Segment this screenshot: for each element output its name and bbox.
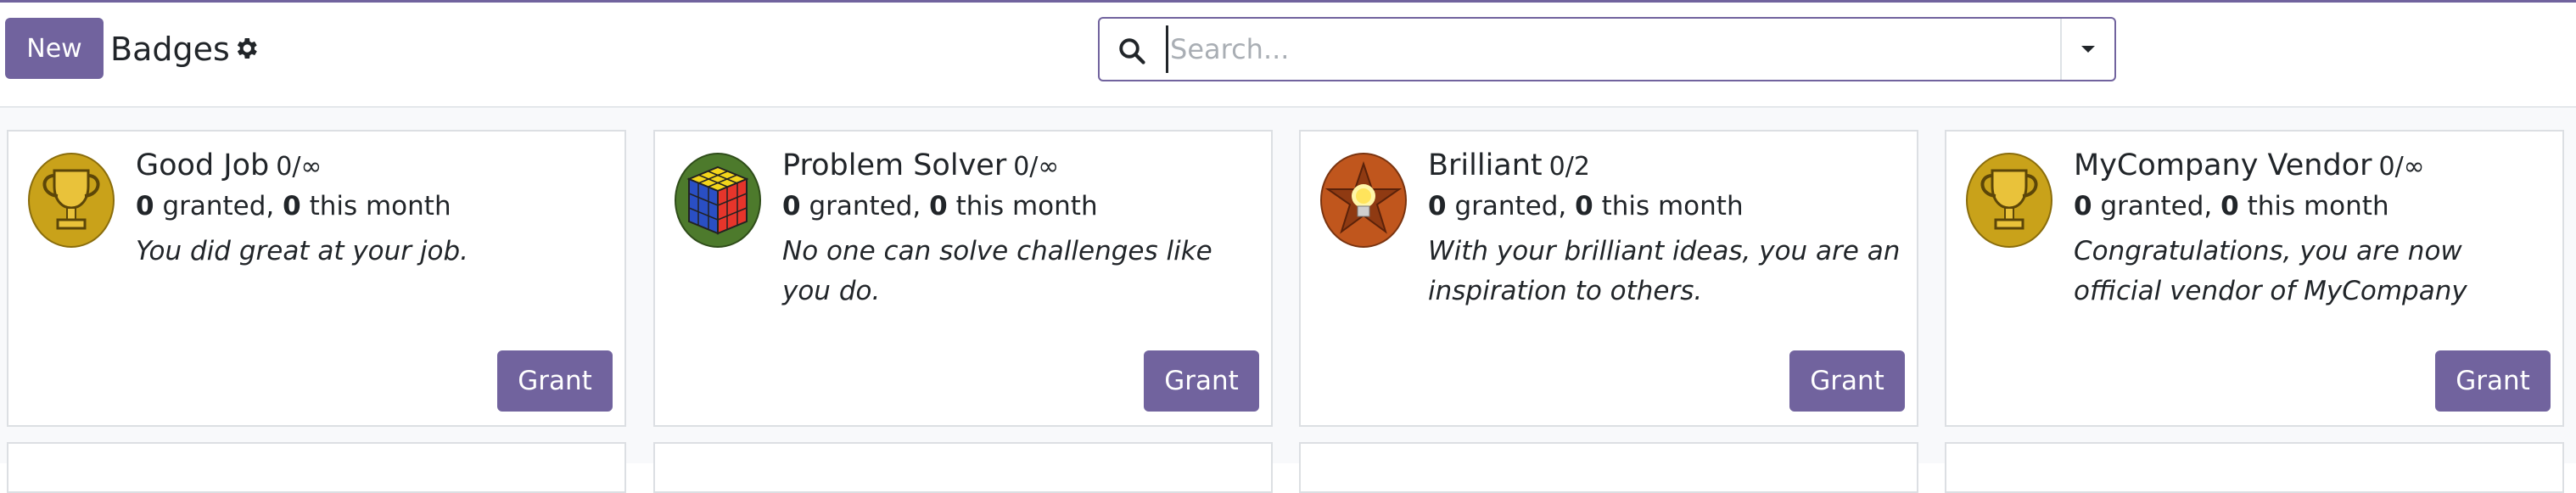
- badge-title: Good Job 0/∞: [136, 148, 322, 182]
- badge-limit: 0/2: [1548, 152, 1590, 182]
- rubiks-cube-icon: [675, 153, 761, 248]
- badge-stats: 0 granted, 0 this month: [136, 191, 451, 221]
- month-label: this month: [1601, 191, 1744, 221]
- search-input[interactable]: [1166, 25, 2048, 73]
- month-label: this month: [2247, 191, 2389, 221]
- badge-card[interactable]: [653, 442, 1273, 493]
- grant-button[interactable]: Grant: [2435, 350, 2551, 412]
- month-count: 0: [1575, 191, 1593, 221]
- gear-icon[interactable]: [232, 35, 260, 62]
- granted-count: 0: [1428, 191, 1447, 221]
- kanban-view: Good Job 0/∞ 0 granted, 0 this month You …: [0, 108, 2576, 493]
- badge-title: Brilliant 0/2: [1428, 148, 1590, 182]
- badge-description: No one can solve challenges like you do.: [782, 236, 1212, 306]
- granted-count: 0: [136, 191, 154, 221]
- granted-label: granted,: [809, 191, 921, 221]
- badge-stats: 0 granted, 0 this month: [782, 191, 1098, 221]
- badge-limit: 0/∞: [276, 152, 322, 182]
- trophy-icon: [1966, 153, 2052, 248]
- badge-title: MyCompany Vendor 0/∞: [2074, 148, 2425, 182]
- badge-name: Brilliant: [1428, 148, 1543, 182]
- badge-stats: 0 granted, 0 this month: [2074, 191, 2389, 221]
- month-count: 0: [283, 191, 301, 221]
- badge-card[interactable]: Good Job 0/∞ 0 granted, 0 this month You …: [7, 130, 626, 427]
- control-panel: New Badges: [0, 3, 2576, 108]
- badge-description: Congratulations, you are now official ve…: [2074, 236, 2467, 306]
- month-count: 0: [929, 191, 948, 221]
- search-bar: [1098, 17, 2116, 81]
- month-count: 0: [2220, 191, 2239, 221]
- granted-count: 0: [782, 191, 801, 221]
- caret-down-icon: [2081, 46, 2095, 53]
- grant-button[interactable]: Grant: [497, 350, 613, 412]
- badge-name: MyCompany Vendor: [2074, 148, 2372, 182]
- month-label: this month: [955, 191, 1098, 221]
- month-label: this month: [309, 191, 451, 221]
- badge-description: With your brilliant ideas, you are an in…: [1428, 236, 1901, 306]
- badge-description: You did great at your job.: [136, 236, 468, 266]
- granted-label: granted,: [1454, 191, 1567, 221]
- grant-button[interactable]: Grant: [1789, 350, 1905, 412]
- badge-limit: 0/∞: [1013, 152, 1060, 182]
- badge-card[interactable]: Brilliant 0/2 0 granted, 0 this month Wit…: [1299, 130, 1918, 427]
- trophy-icon: [28, 153, 115, 248]
- badge-name: Problem Solver: [782, 148, 1007, 182]
- badge-title: Problem Solver 0/∞: [782, 148, 1059, 182]
- badge-card[interactable]: [1299, 442, 1918, 493]
- badge-card[interactable]: [1945, 442, 2564, 493]
- search-icon: [1119, 38, 1145, 64]
- granted-label: granted,: [162, 191, 275, 221]
- badge-card[interactable]: Problem Solver 0/∞ 0 granted, 0 this mont…: [653, 130, 1273, 427]
- page-title: Badges: [110, 31, 230, 68]
- search-options-toggle[interactable]: [2062, 19, 2114, 80]
- badge-card[interactable]: MyCompany Vendor 0/∞ 0 granted, 0 this mo…: [1945, 130, 2564, 427]
- badge-limit: 0/∞: [2378, 152, 2425, 182]
- badge-stats: 0 granted, 0 this month: [1428, 191, 1744, 221]
- new-button[interactable]: New: [5, 18, 104, 79]
- grant-button[interactable]: Grant: [1144, 350, 1259, 412]
- granted-count: 0: [2074, 191, 2092, 221]
- lightbulb-star-icon: [1320, 153, 1407, 248]
- granted-label: granted,: [2100, 191, 2213, 221]
- badge-card[interactable]: [7, 442, 626, 493]
- badge-name: Good Job: [136, 148, 270, 182]
